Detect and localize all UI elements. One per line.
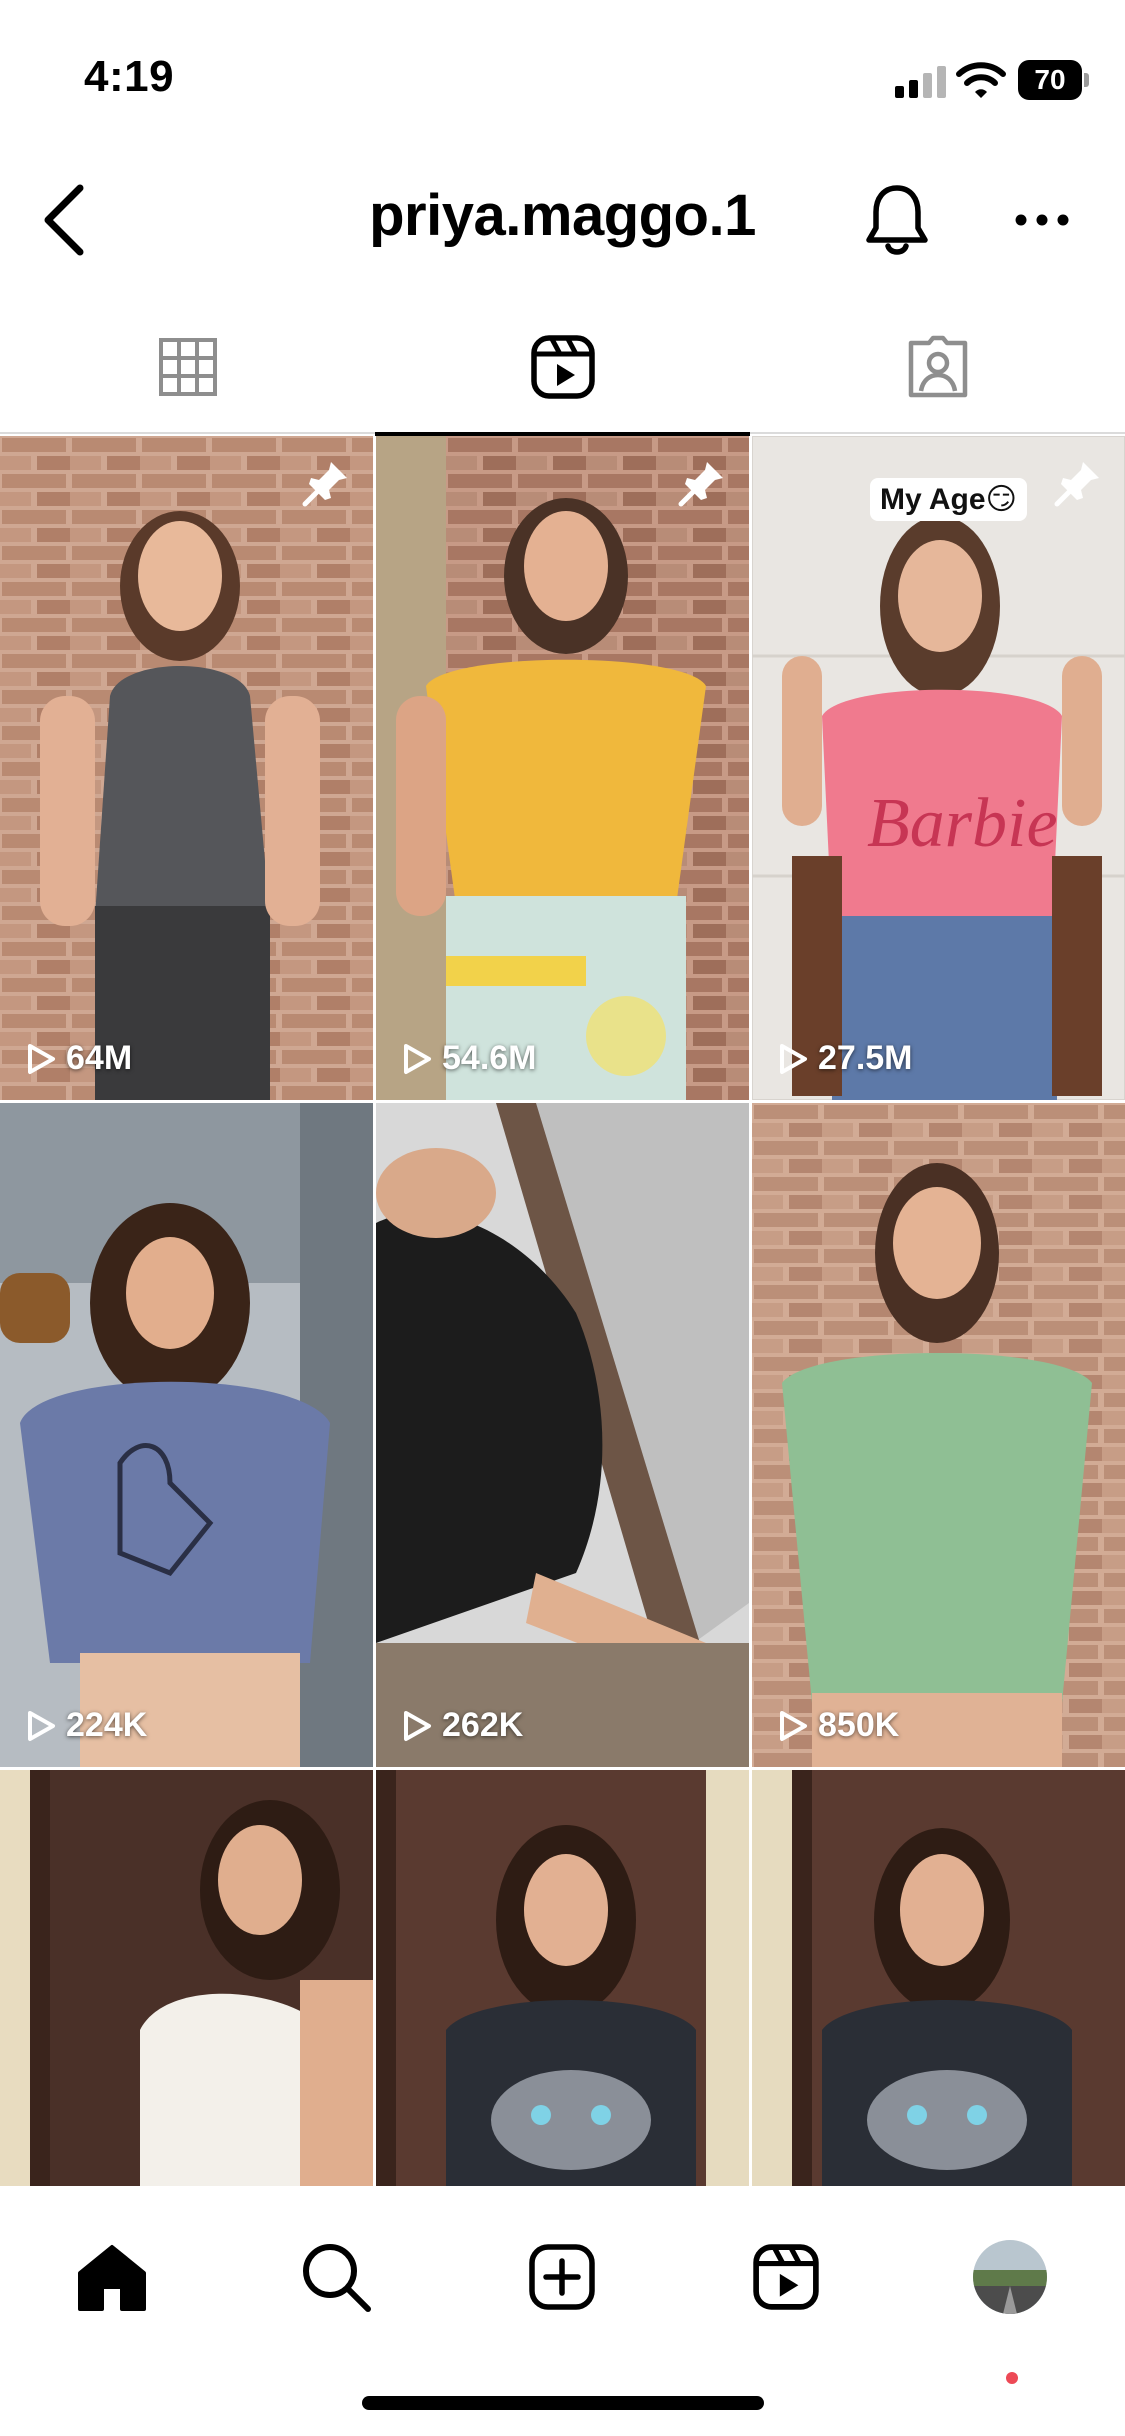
view-count-label: 54.6M bbox=[442, 1039, 537, 1077]
view-count-label: 27.5M bbox=[818, 1039, 913, 1077]
back-chevron-icon bbox=[44, 184, 84, 256]
more-horizontal-icon bbox=[1015, 214, 1069, 226]
reel-tile[interactable]: 64M bbox=[0, 436, 373, 1100]
view-count-label: 262K bbox=[442, 1706, 524, 1744]
back-button[interactable] bbox=[18, 170, 108, 270]
more-options-button[interactable] bbox=[1000, 180, 1084, 260]
reel-tile[interactable]: 54.6M bbox=[376, 436, 749, 1100]
notifications-button[interactable] bbox=[855, 172, 939, 268]
pin-icon bbox=[1054, 462, 1099, 507]
play-icon bbox=[780, 1043, 807, 1074]
reel-thumbnail bbox=[0, 1770, 373, 2186]
reel-thumbnail: Barbie bbox=[752, 436, 1125, 1100]
view-count: 54.6M bbox=[402, 1039, 537, 1078]
cellular-signal-icon bbox=[895, 64, 947, 98]
reel-tile[interactable]: 850K bbox=[752, 1103, 1125, 1767]
status-bar: 4:19 70 bbox=[0, 0, 1125, 160]
reel-caption: My Age😏 bbox=[870, 478, 1027, 521]
nav-home[interactable] bbox=[57, 2222, 167, 2332]
nav-search[interactable] bbox=[281, 2222, 391, 2332]
play-icon bbox=[28, 1710, 55, 1741]
view-count: 64M bbox=[26, 1039, 132, 1078]
username-title: priya.maggo.1 bbox=[369, 183, 756, 248]
play-icon bbox=[780, 1710, 807, 1741]
reels-grid: 64M 54.6M Barbie My Age😏 27.5M 224K 262K… bbox=[0, 436, 1125, 2186]
notification-dot bbox=[1006, 2372, 1018, 2384]
battery-level: 70 bbox=[1018, 60, 1082, 100]
reel-tile[interactable] bbox=[376, 1770, 749, 2186]
view-count: 850K bbox=[778, 1706, 899, 1745]
play-icon bbox=[404, 1710, 431, 1741]
profile-tabs bbox=[0, 300, 1125, 436]
pin-icon bbox=[302, 462, 347, 507]
tab-reels[interactable] bbox=[375, 300, 750, 436]
reel-thumbnail bbox=[752, 1103, 1125, 1767]
grid-icon bbox=[158, 338, 217, 396]
reel-thumbnail bbox=[0, 436, 373, 1100]
nav-create[interactable] bbox=[507, 2222, 617, 2332]
reel-tile[interactable]: Barbie My Age😏 27.5M bbox=[752, 436, 1125, 1100]
tab-posts-grid[interactable] bbox=[0, 300, 375, 434]
home-icon bbox=[78, 2245, 146, 2311]
reel-thumbnail bbox=[0, 1103, 373, 1767]
view-count: 262K bbox=[402, 1706, 523, 1745]
reel-thumbnail bbox=[376, 1770, 749, 2186]
tab-tagged[interactable] bbox=[750, 300, 1125, 434]
view-count-label: 64M bbox=[66, 1039, 133, 1077]
reel-thumbnail bbox=[376, 436, 749, 1100]
nav-reels[interactable] bbox=[731, 2222, 841, 2332]
reel-tile[interactable] bbox=[752, 1770, 1125, 2186]
search-icon bbox=[303, 2244, 371, 2312]
view-count: 27.5M bbox=[778, 1039, 913, 1078]
reel-thumbnail bbox=[376, 1103, 749, 1767]
reels-icon bbox=[530, 335, 595, 399]
view-count-label: 850K bbox=[818, 1706, 900, 1744]
pin-icon bbox=[678, 462, 723, 507]
battery-icon: 70 bbox=[1018, 60, 1090, 100]
profile-avatar bbox=[973, 2240, 1047, 2314]
play-icon bbox=[404, 1043, 431, 1074]
reel-tile[interactable]: 224K bbox=[0, 1103, 373, 1767]
status-time: 4:19 bbox=[84, 52, 175, 101]
profile-header: priya.maggo.1 bbox=[0, 160, 1125, 280]
reel-tile[interactable] bbox=[0, 1770, 373, 2186]
play-icon bbox=[28, 1043, 55, 1074]
svg-text:Barbie: Barbie bbox=[867, 785, 1058, 862]
home-indicator bbox=[362, 2396, 764, 2410]
tagged-icon bbox=[908, 335, 967, 398]
view-count: 224K bbox=[26, 1706, 147, 1745]
wifi-icon bbox=[955, 60, 1007, 100]
reel-tile[interactable]: 262K bbox=[376, 1103, 749, 1767]
reels-icon bbox=[753, 2244, 819, 2310]
reel-thumbnail bbox=[752, 1770, 1125, 2186]
nav-profile[interactable] bbox=[955, 2222, 1065, 2332]
bell-icon bbox=[866, 185, 928, 255]
view-count-label: 224K bbox=[66, 1706, 148, 1744]
create-icon bbox=[529, 2244, 595, 2310]
